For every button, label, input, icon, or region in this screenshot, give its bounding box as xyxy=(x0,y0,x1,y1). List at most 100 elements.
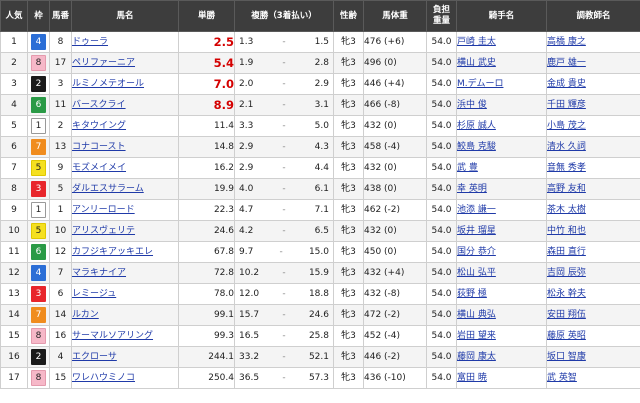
trainer-link[interactable]: 武 英智 xyxy=(548,373,577,383)
place-odds-high: 5.0 xyxy=(314,121,329,131)
jockey-link[interactable]: 幸 英明 xyxy=(458,184,487,194)
umaban-cell: 5 xyxy=(49,178,72,200)
rank-cell: 2 xyxy=(0,52,28,74)
umaban-cell: 10 xyxy=(49,220,72,242)
trainer-cell: 藤原 英昭 xyxy=(546,325,640,347)
trainer-link[interactable]: 千田 輝彦 xyxy=(548,100,586,110)
waku-badge: 8 xyxy=(31,327,46,344)
header-horse: 馬名 xyxy=(71,0,179,32)
trainer-cell: 茶木 太樹 xyxy=(546,199,640,221)
horse-link[interactable]: カフジキアッキエレ xyxy=(73,247,154,257)
waku-badge: 5 xyxy=(31,159,46,176)
trainer-link[interactable]: 鹿戸 雄一 xyxy=(548,58,586,68)
horse-link[interactable]: アンリーロード xyxy=(73,205,135,215)
trainer-link[interactable]: 清水 久詞 xyxy=(548,142,586,152)
sexage-cell: 牝3 xyxy=(333,73,364,95)
horse-link[interactable]: バースクライ xyxy=(73,100,126,110)
jockey-link[interactable]: 国分 恭介 xyxy=(458,247,496,257)
table-row: 11 6 12 カフジキアッキエレ 67.8 9.7 - 15.0 牝3 450 (0) 54.0 国… xyxy=(0,241,640,263)
trainer-link[interactable]: 小島 茂之 xyxy=(548,121,586,131)
jockey-link[interactable]: 藤岡 康太 xyxy=(458,352,496,362)
place-odds-separator: - xyxy=(282,142,286,152)
jockey-link[interactable]: 武 豊 xyxy=(458,163,478,173)
horse-link[interactable]: ダルエスサラーム xyxy=(73,184,144,194)
weight-cell: 432 (0) xyxy=(363,220,427,242)
trainer-link[interactable]: 安田 翔伍 xyxy=(548,310,586,320)
jockey-link[interactable]: 松山 弘平 xyxy=(458,268,496,278)
jockey-cell: 武 豊 xyxy=(456,157,547,179)
win-odds-cell: 78.0 xyxy=(178,283,235,305)
horse-link[interactable]: ドゥーラ xyxy=(73,37,109,47)
horse-link[interactable]: マラキナイア xyxy=(73,268,127,278)
jockey-cell: 横山 典弘 xyxy=(456,304,547,326)
rank-cell: 6 xyxy=(0,136,28,158)
trainer-link[interactable]: 中竹 和也 xyxy=(548,226,586,236)
jockey-link[interactable]: M.デムーロ xyxy=(458,79,504,89)
umaban-cell: 12 xyxy=(49,241,72,263)
jockey-link[interactable]: 杉原 誠人 xyxy=(458,121,496,131)
place-odds-cell: 12.0 - 18.8 xyxy=(234,283,334,305)
trainer-link[interactable]: 高橋 康之 xyxy=(548,37,586,47)
jockey-link[interactable]: 池添 謙一 xyxy=(458,205,496,215)
jockey-link[interactable]: 横山 武史 xyxy=(458,58,496,68)
trainer-link[interactable]: 坂口 智康 xyxy=(548,352,586,362)
waku-badge: 2 xyxy=(31,348,46,365)
horse-link[interactable]: エクローサ xyxy=(73,352,117,362)
horse-cell: キタウイング xyxy=(71,115,179,137)
horse-link[interactable]: キタウイング xyxy=(73,121,127,131)
trainer-link[interactable]: 吉岡 辰弥 xyxy=(548,268,586,278)
horse-cell: ルカン xyxy=(71,304,179,326)
horse-link[interactable]: ワレハウミノコ xyxy=(73,373,136,383)
trainer-link[interactable]: 茶木 太樹 xyxy=(548,205,586,215)
place-odds-separator: - xyxy=(282,79,286,89)
jockey-link[interactable]: 荻野 極 xyxy=(458,289,487,299)
trainer-cell: 安田 翔伍 xyxy=(546,304,640,326)
jockey-link[interactable]: 鮫島 克駿 xyxy=(458,142,496,152)
horse-link[interactable]: サーマルソアリング xyxy=(73,331,154,341)
horse-link[interactable]: モズメイメイ xyxy=(73,163,127,173)
rank-cell: 7 xyxy=(0,157,28,179)
trainer-link[interactable]: 藤原 英昭 xyxy=(548,331,586,341)
horse-link[interactable]: ルミノメテオール xyxy=(73,79,145,89)
horse-cell: ルミノメテオール xyxy=(71,73,179,95)
weight-cell: 452 (-4) xyxy=(363,325,427,347)
jockey-link[interactable]: 横山 典弘 xyxy=(458,310,496,320)
jockey-link[interactable]: 坂井 瑠星 xyxy=(458,226,496,236)
trainer-link[interactable]: 金成 貴史 xyxy=(548,79,586,89)
umaban-cell: 6 xyxy=(49,283,72,305)
horse-link[interactable]: レミージュ xyxy=(73,289,117,299)
trainer-cell: 坂口 智康 xyxy=(546,346,640,368)
jockey-link[interactable]: 戸崎 圭太 xyxy=(458,37,496,47)
horse-link[interactable]: ルカン xyxy=(73,310,99,320)
trainer-link[interactable]: 高野 友和 xyxy=(548,184,586,194)
horse-cell: アンリーロード xyxy=(71,199,179,221)
place-odds-cell: 4.7 - 7.1 xyxy=(234,199,334,221)
waku-cell: 7 xyxy=(27,136,50,158)
place-odds-high: 7.1 xyxy=(314,205,329,215)
trainer-cell: 音無 秀孝 xyxy=(546,157,640,179)
horse-link[interactable]: アリスヴェリテ xyxy=(73,226,136,236)
jockey-link[interactable]: 岩田 望来 xyxy=(458,331,496,341)
horse-link[interactable]: ペリファーニア xyxy=(73,58,136,68)
place-odds-separator: - xyxy=(282,310,286,320)
weight-cell: 436 (-10) xyxy=(363,367,427,389)
place-odds-cell: 1.9 - 2.8 xyxy=(234,52,334,74)
trainer-link[interactable]: 森田 直行 xyxy=(548,247,586,257)
waku-cell: 6 xyxy=(27,241,50,263)
jockey-link[interactable]: 富田 暁 xyxy=(458,373,487,383)
trainer-cell: 千田 輝彦 xyxy=(546,94,640,116)
place-odds-high: 4.4 xyxy=(314,163,329,173)
trainer-link[interactable]: 松永 幹夫 xyxy=(548,289,586,299)
load-cell: 54.0 xyxy=(426,367,457,389)
trainer-link[interactable]: 音無 秀孝 xyxy=(548,163,586,173)
sexage-cell: 牝3 xyxy=(333,178,364,200)
place-odds-low: 4.0 xyxy=(239,184,254,194)
horse-link[interactable]: コナコースト xyxy=(73,142,126,152)
win-odds-cell: 67.8 xyxy=(178,241,235,263)
trainer-cell: 金成 貴史 xyxy=(546,73,640,95)
jockey-cell: 藤岡 康太 xyxy=(456,346,547,368)
place-odds-low: 2.9 xyxy=(239,163,254,173)
place-odds-cell: 1.3 - 1.5 xyxy=(234,31,334,53)
jockey-link[interactable]: 浜中 俊 xyxy=(458,100,487,110)
sexage-cell: 牝3 xyxy=(333,325,364,347)
